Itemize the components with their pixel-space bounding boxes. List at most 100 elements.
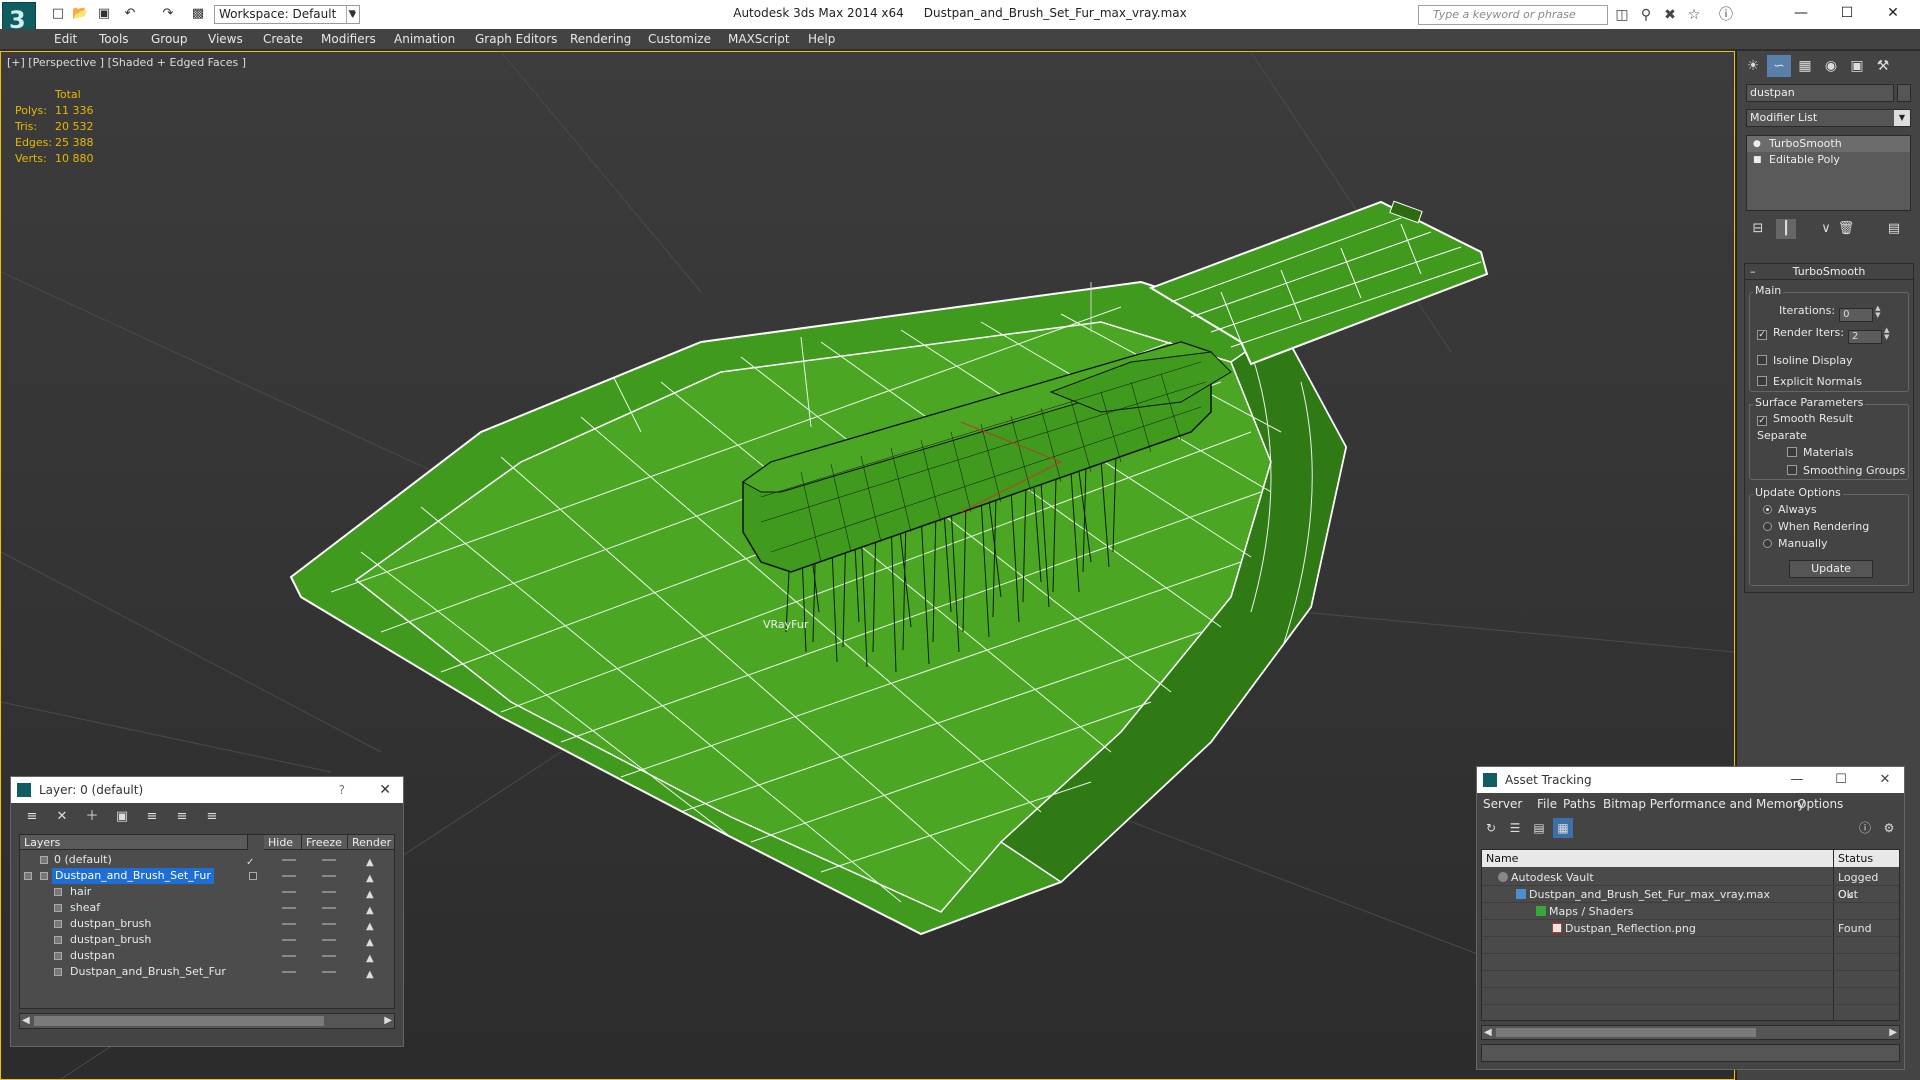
binoculars-icon[interactable]: ◫ xyxy=(1612,5,1632,25)
minimize-button[interactable]: — xyxy=(1778,0,1824,26)
freeze-toggle[interactable] xyxy=(322,955,336,957)
scrollbar-thumb[interactable] xyxy=(1496,1028,1756,1037)
menu-options[interactable]: Options xyxy=(1797,794,1843,814)
hierarchy-tab-icon[interactable]: ▦ xyxy=(1793,55,1817,77)
stack-item-turbosmooth[interactable]: ● TurboSmooth xyxy=(1747,136,1910,152)
update-button[interactable]: Update xyxy=(1789,560,1873,578)
hide-all-layers-icon[interactable]: ≡ xyxy=(171,807,193,827)
scroll-right-icon[interactable]: ▶ xyxy=(1889,1026,1897,1039)
manually-radio[interactable] xyxy=(1763,539,1772,548)
smooth-result-checkbox[interactable]: ✓ xyxy=(1757,416,1767,426)
spinner-arrows-icon[interactable]: ▲ ▼ xyxy=(1884,327,1892,341)
stack-item-editable-poly[interactable]: ■ Editable Poly xyxy=(1747,152,1910,168)
render-iters-checkbox[interactable]: ✓ xyxy=(1757,330,1767,340)
hide-toggle[interactable] xyxy=(282,907,296,909)
help-icon[interactable]: ⓘ xyxy=(1855,818,1875,838)
freeze-toggle[interactable] xyxy=(322,875,336,877)
help-button[interactable]: ? xyxy=(339,777,345,803)
select-in-layer-icon[interactable]: ▣ xyxy=(111,807,133,827)
materials-checkbox[interactable] xyxy=(1787,447,1797,457)
object-name-field[interactable]: dustpan xyxy=(1746,84,1894,102)
menu-paths[interactable]: Paths xyxy=(1563,794,1596,814)
menu-edit[interactable]: Edit xyxy=(54,29,77,50)
hide-toggle[interactable] xyxy=(282,939,296,941)
maximize-button[interactable]: ☐ xyxy=(1824,0,1870,26)
freeze-toggle[interactable] xyxy=(322,971,336,973)
menu-tools[interactable]: Tools xyxy=(99,29,129,50)
display-tab-icon[interactable]: ▣ xyxy=(1845,55,1869,77)
communication-icon[interactable]: ✖ xyxy=(1660,5,1680,25)
add-layer-icon[interactable]: ＋ xyxy=(81,807,103,827)
menu-help[interactable]: Help xyxy=(808,29,835,50)
menu-views[interactable]: Views xyxy=(208,29,243,50)
favorites-star-icon[interactable]: ☆ xyxy=(1684,5,1704,25)
lightbulb-icon[interactable]: ● xyxy=(1753,136,1761,152)
hide-toggle[interactable] xyxy=(282,875,296,877)
close-button[interactable]: ✕ xyxy=(1865,767,1905,793)
layer-row[interactable]: Dustpan_and_Brush_Set_Fur ▲ xyxy=(20,868,394,884)
isoline-checkbox[interactable] xyxy=(1757,355,1767,365)
column-header-layers[interactable]: Layers xyxy=(20,835,248,850)
motion-tab-icon[interactable]: ◉ xyxy=(1819,55,1843,77)
iterations-spinner[interactable]: 0 xyxy=(1839,308,1874,322)
layer-dialog-titlebar[interactable]: Layer: 0 (default)? ✕ xyxy=(11,777,403,803)
hide-toggle[interactable] xyxy=(282,891,296,893)
when-rendering-radio[interactable] xyxy=(1763,522,1772,531)
viewport-label[interactable]: [+] [Perspective ] [Shaded + Edged Faces… xyxy=(7,56,246,69)
layer-horizontal-scrollbar[interactable]: ◀ ▶ xyxy=(19,1013,395,1029)
column-header-freeze[interactable]: Freeze xyxy=(302,835,348,850)
menu-file[interactable]: File xyxy=(1537,794,1557,814)
freeze-all-layers-icon[interactable]: ≡ xyxy=(201,807,223,827)
scroll-left-icon[interactable]: ◀ xyxy=(1484,1026,1492,1039)
menu-server[interactable]: Server xyxy=(1483,794,1522,814)
utilities-tab-icon[interactable]: ⚒ xyxy=(1871,55,1895,77)
new-file-icon[interactable]: □ xyxy=(50,6,66,22)
collapse-icon[interactable] xyxy=(24,872,32,880)
pin-stack-icon[interactable]: ⊟ xyxy=(1748,219,1768,239)
asset-row[interactable]: Dustpan_Reflection.png Found xyxy=(1482,920,1899,937)
layer-row[interactable]: hair ▲ xyxy=(20,884,394,900)
project-folder-icon[interactable]: ▩ xyxy=(190,6,206,22)
create-tab-icon[interactable]: ☀ xyxy=(1741,55,1765,77)
minimize-button[interactable]: — xyxy=(1777,767,1817,793)
table-view-icon[interactable]: ▦ xyxy=(1553,818,1573,838)
layer-row[interactable]: dustpan_brush ▲ xyxy=(20,932,394,948)
hide-toggle[interactable] xyxy=(282,971,296,973)
render-teapot-icon[interactable]: ▲ xyxy=(366,967,374,983)
column-header-hide[interactable]: Hide xyxy=(264,835,302,850)
layer-row[interactable]: Dustpan_and_Brush_Set_Fur ▲ xyxy=(20,964,394,983)
column-header-status[interactable]: Status xyxy=(1834,850,1899,867)
layer-row[interactable]: dustpan_brush ▲ xyxy=(20,916,394,932)
layer-row[interactable]: sheaf ▲ xyxy=(20,900,394,916)
hide-toggle[interactable] xyxy=(282,955,296,957)
scrollbar-thumb[interactable] xyxy=(34,1016,324,1026)
modify-tab-icon[interactable]: ∽ xyxy=(1767,55,1791,77)
explicit-normals-checkbox[interactable] xyxy=(1757,376,1767,386)
layer-row[interactable]: 0 (default) ✓ ▲ xyxy=(20,852,394,868)
menu-rendering[interactable]: Rendering xyxy=(570,29,631,50)
spinner-arrows-icon[interactable]: ▲ ▼ xyxy=(1875,305,1883,319)
search-input[interactable]: Type a keyword or phrase xyxy=(1418,5,1608,25)
maximize-button[interactable]: ☐ xyxy=(1821,767,1861,793)
layer-row[interactable]: dustpan ▲ xyxy=(20,948,394,964)
scroll-left-icon[interactable]: ◀ xyxy=(22,1014,30,1028)
configure-sets-icon[interactable]: ▤ xyxy=(1884,219,1904,239)
freeze-toggle[interactable] xyxy=(322,923,336,925)
help-icon[interactable]: ⓘ xyxy=(1716,5,1736,25)
menu-create[interactable]: Create xyxy=(263,29,303,50)
menu-animation[interactable]: Animation xyxy=(394,29,455,50)
asset-row[interactable]: Maps / Shaders xyxy=(1482,903,1899,920)
rollout-header[interactable]: – TurboSmooth xyxy=(1745,264,1913,280)
always-radio[interactable] xyxy=(1763,505,1772,514)
detail-view-icon[interactable]: ▤ xyxy=(1529,818,1549,838)
render-iters-spinner[interactable]: 2 xyxy=(1847,330,1882,344)
redo-icon[interactable]: ↷ xyxy=(160,6,176,22)
freeze-toggle[interactable] xyxy=(322,859,336,861)
close-button[interactable]: ✕ xyxy=(1870,0,1916,26)
object-color-swatch[interactable] xyxy=(1897,84,1911,102)
make-unique-icon[interactable]: ∨ xyxy=(1816,219,1836,239)
freeze-toggle[interactable] xyxy=(322,939,336,941)
show-end-result-icon[interactable]: ┃ xyxy=(1776,219,1796,239)
subscription-icon[interactable]: ⚲ xyxy=(1636,5,1656,25)
workspace-dropdown[interactable]: Workspace: Default ▼ xyxy=(214,5,360,24)
